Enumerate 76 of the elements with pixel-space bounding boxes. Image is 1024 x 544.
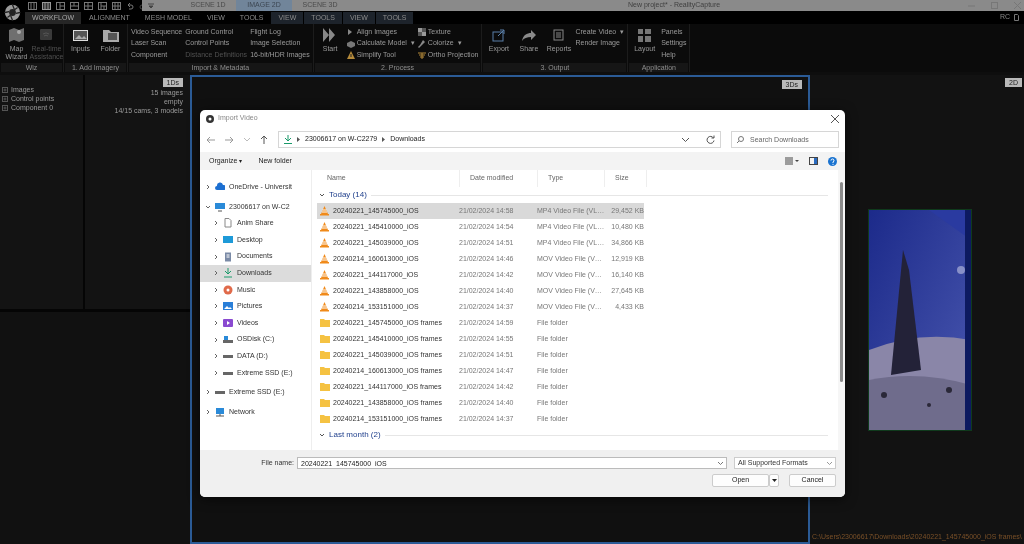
map-icon [7, 26, 26, 44]
layers-icon [417, 50, 426, 59]
chevron-right-icon[interactable] [213, 237, 219, 244]
caret-icon [771, 479, 777, 482]
monitor-icon [215, 201, 225, 212]
chevron-down-icon[interactable] [205, 203, 211, 210]
checker-icon [417, 28, 426, 37]
cone-icon [320, 302, 330, 312]
cone-icon [320, 270, 330, 280]
cone-icon [320, 254, 330, 264]
chevron-right-icon[interactable] [205, 184, 211, 191]
expand-icon[interactable] [2, 105, 8, 111]
cone-icon [320, 286, 330, 296]
group-header[interactable]: Last month (2) [329, 430, 381, 440]
network-icon [215, 407, 225, 417]
forward-icon[interactable] [225, 135, 234, 144]
layout-icon[interactable] [70, 1, 79, 10]
expand-icon[interactable] [2, 87, 8, 93]
chevron-down-icon[interactable] [682, 137, 689, 142]
chevron-down-icon[interactable] [319, 432, 325, 438]
document-icon [223, 218, 233, 229]
download-icon [223, 268, 233, 279]
chevron-right-icon[interactable] [213, 353, 219, 360]
scrollbar[interactable] [838, 170, 845, 450]
preview-pane-icon[interactable] [809, 157, 818, 165]
chevron-right-icon[interactable] [213, 270, 219, 277]
aperture-logo-icon [3, 3, 21, 21]
chevron-down-icon [827, 461, 832, 465]
chevron-right-icon [382, 137, 386, 142]
up-icon[interactable] [260, 135, 268, 144]
help-icon[interactable] [828, 156, 837, 166]
desktop-icon [223, 235, 233, 246]
chevron-right-icon[interactable] [213, 320, 219, 327]
back-icon[interactable] [206, 135, 215, 144]
music-icon [223, 284, 233, 295]
expand-icon[interactable] [2, 96, 8, 102]
chevron-right-icon[interactable] [213, 220, 219, 227]
dropdown-button[interactable] [769, 474, 779, 487]
cloud-icon [215, 182, 225, 193]
layout-icon[interactable] [28, 1, 37, 10]
brush-icon [417, 39, 426, 48]
cone-icon [320, 206, 330, 216]
warning-icon [346, 50, 355, 59]
document-icon [223, 251, 233, 262]
undo-icon[interactable] [126, 1, 134, 10]
image-icon [223, 301, 233, 312]
chevron-right-icon[interactable] [205, 409, 211, 415]
cone-icon [320, 238, 330, 248]
cube-icon [346, 39, 355, 48]
chevron-right-icon[interactable] [213, 253, 219, 260]
drive-icon [223, 334, 233, 345]
chevron-down-icon[interactable] [718, 462, 723, 465]
layout-icon[interactable] [56, 1, 65, 10]
chevron-right-icon[interactable] [213, 303, 219, 310]
cone-icon [320, 222, 330, 232]
app-icon [206, 114, 214, 123]
refresh-icon[interactable] [706, 135, 715, 144]
group-header[interactable]: Today (14) [329, 190, 367, 200]
chevron-right-icon[interactable] [213, 336, 219, 343]
chevron-right-icon[interactable] [205, 389, 211, 396]
layout-icon[interactable] [112, 1, 121, 10]
document-icon[interactable] [1014, 14, 1019, 21]
view-list-icon[interactable] [785, 157, 799, 165]
layout-icon[interactable] [98, 1, 107, 10]
chevron-right-icon[interactable] [213, 369, 219, 376]
chevron-right-icon [297, 137, 300, 142]
layout-icon[interactable] [42, 1, 51, 10]
video-icon [223, 318, 233, 329]
download-icon [284, 135, 292, 144]
chevron-right-icon[interactable] [213, 286, 219, 293]
close-icon[interactable] [831, 114, 839, 123]
scrollbar-thumb[interactable] [840, 182, 843, 382]
caret-icon[interactable] [148, 2, 154, 9]
layout-icon[interactable] [84, 1, 93, 10]
search-icon [737, 136, 744, 143]
chevron-down-icon[interactable] [319, 192, 325, 198]
